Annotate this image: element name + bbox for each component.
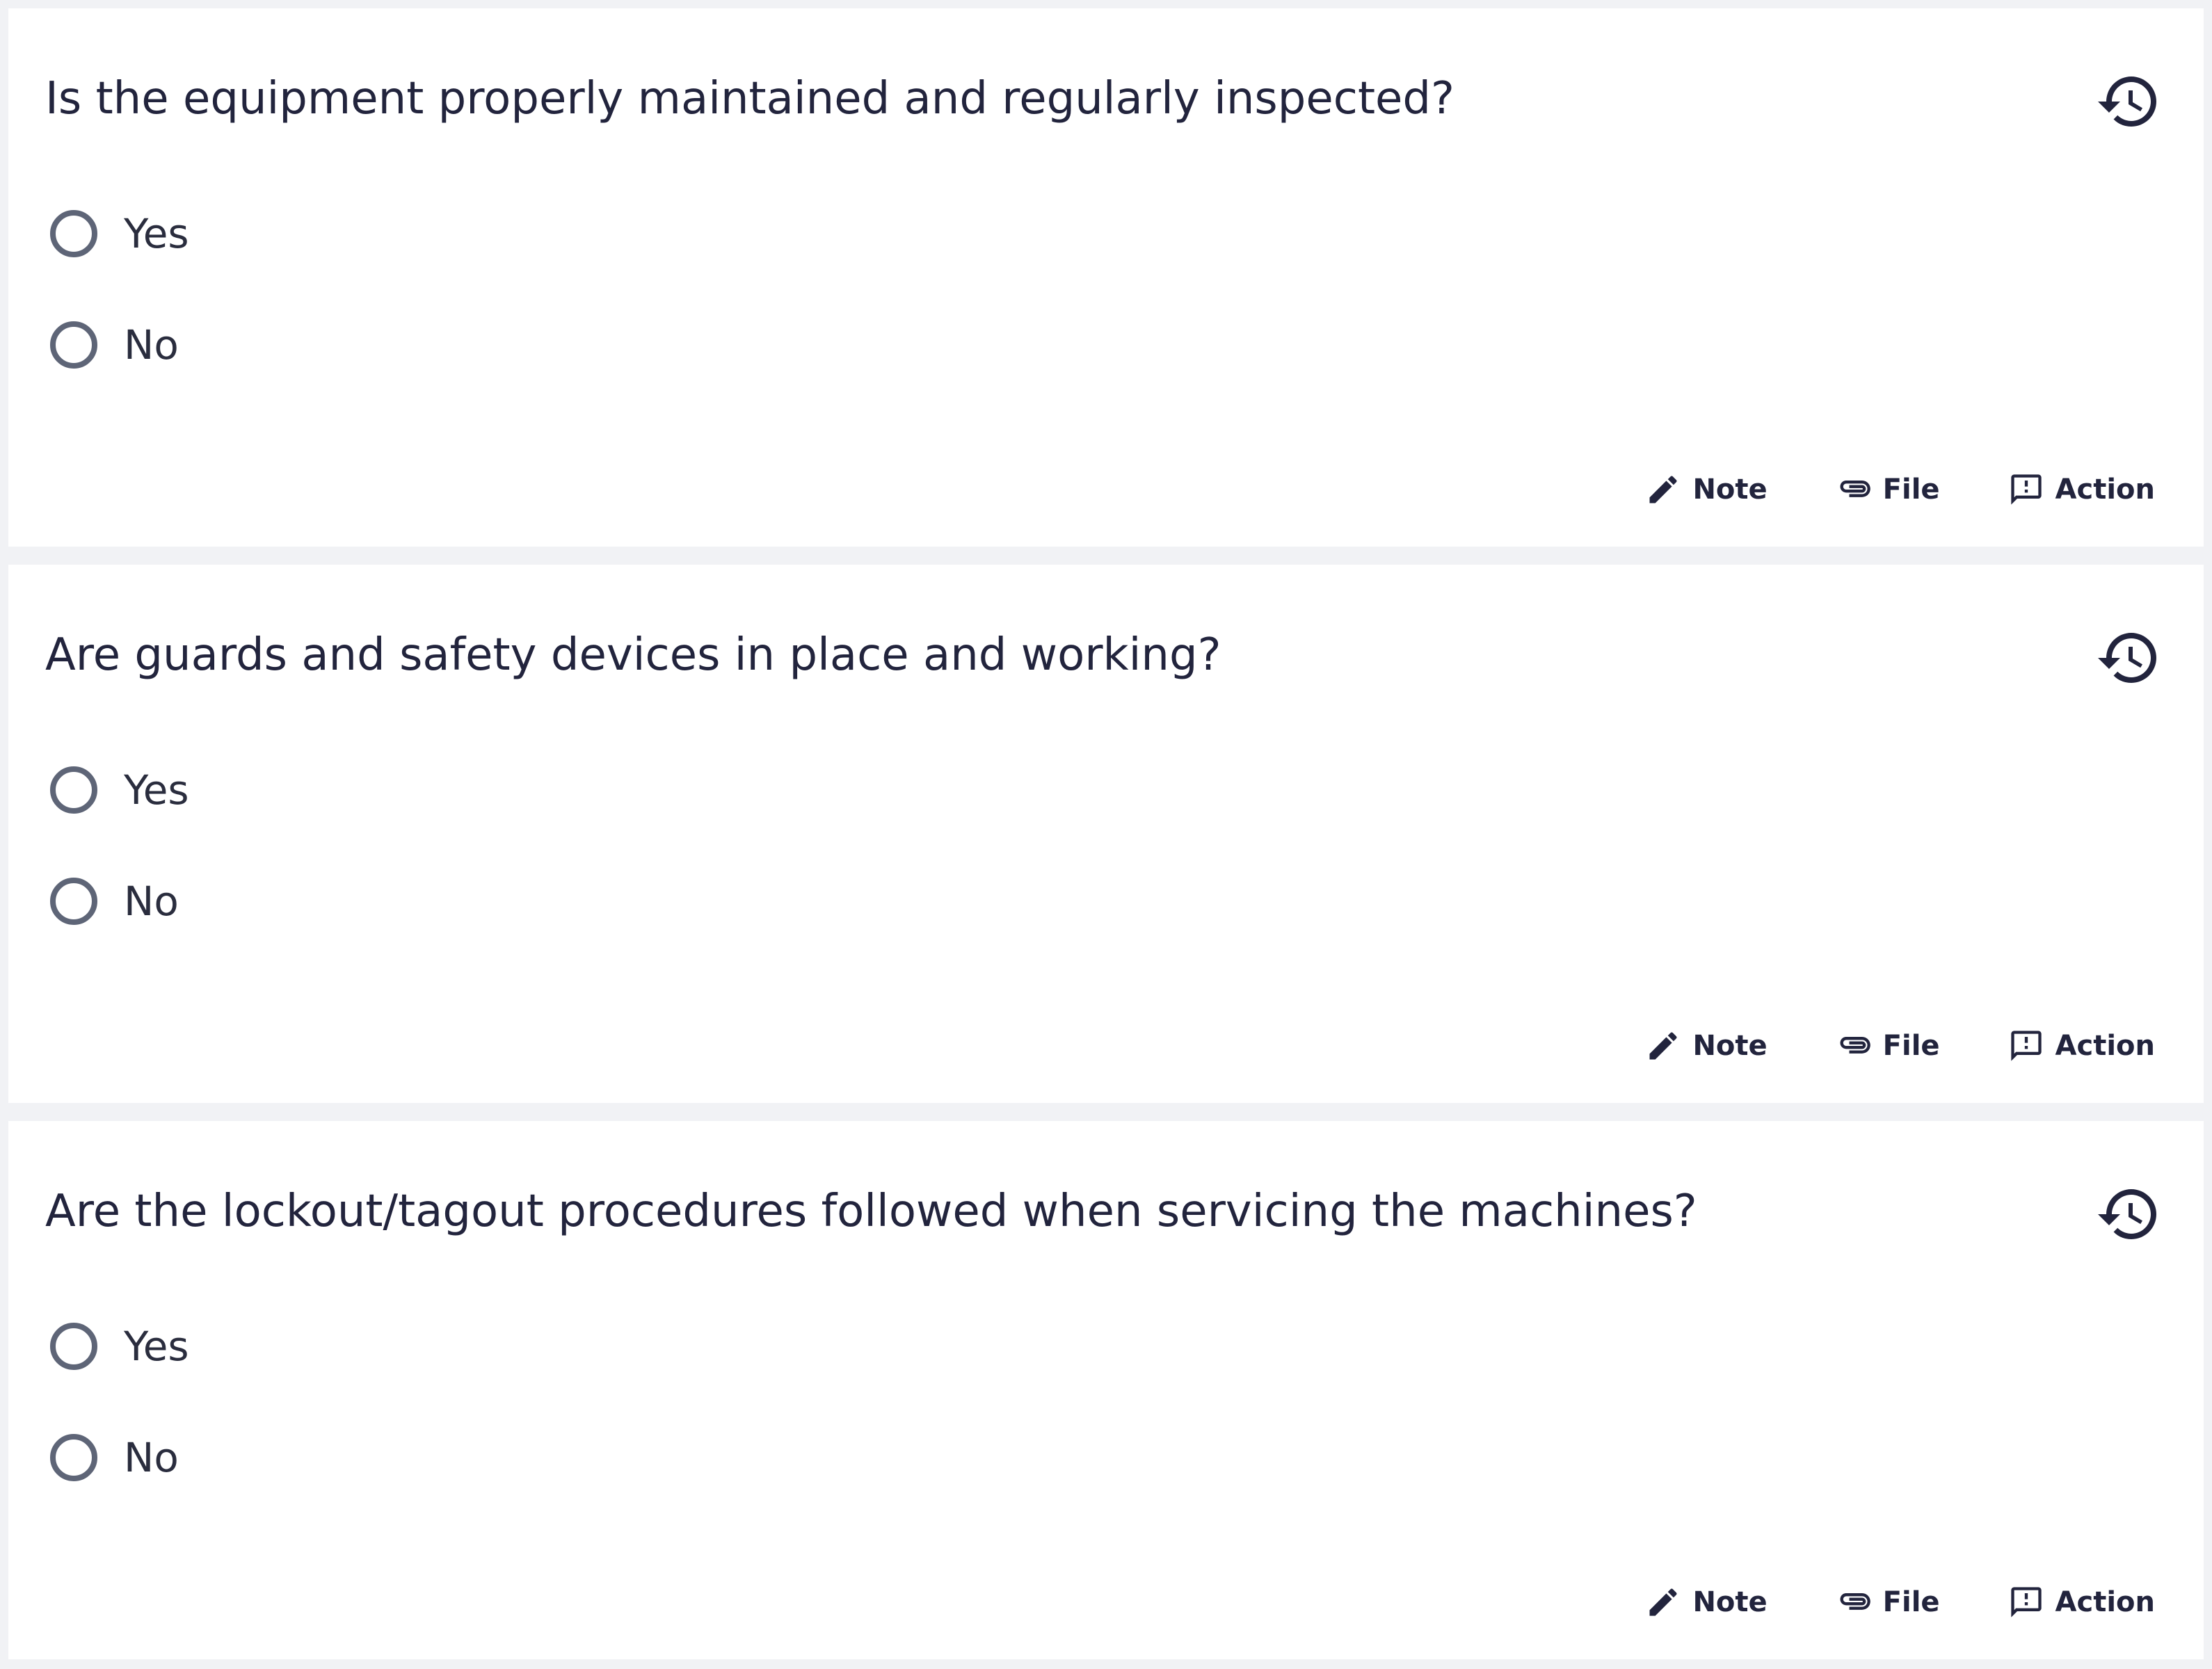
action-button[interactable]: Action [2008,471,2155,508]
note-label: Note [1692,474,1768,506]
file-button[interactable]: File [1836,1584,1940,1620]
action-bar: Note File Action [1645,1018,2155,1074]
action-label: Action [2055,474,2155,506]
radio-button[interactable] [50,321,97,369]
radio-button[interactable] [50,1323,97,1370]
option-label: No [124,321,179,369]
file-label: File [1882,1030,1940,1062]
history-button[interactable] [2095,624,2162,691]
history-button[interactable] [2095,1181,2162,1248]
radio-button[interactable] [50,1434,97,1481]
paperclip-icon [1836,1028,1872,1064]
option-label: No [124,878,179,925]
question-card: Are the lockout/tagout procedures follow… [8,1121,2204,1659]
question-card: Is the equipment properly maintained and… [8,8,2204,547]
pencil-icon [1645,1028,1681,1064]
option-label: Yes [124,766,189,814]
note-button[interactable]: Note [1645,1584,1768,1620]
file-label: File [1882,1586,1940,1618]
action-button[interactable]: Action [2008,1028,2155,1064]
report-icon [2008,1028,2044,1064]
paperclip-icon [1836,471,1872,508]
option-label: Yes [124,210,189,257]
radio-button[interactable] [50,766,97,814]
report-icon [2008,1584,2044,1620]
action-bar: Note File Action [1645,462,2155,517]
history-icon [2098,1189,2156,1239]
history-icon [2098,633,2156,683]
radio-button[interactable] [50,210,97,257]
question-card: Are guards and safety devices in place a… [8,565,2204,1103]
pencil-icon [1645,1584,1681,1620]
file-label: File [1882,474,1940,506]
action-bar: Note File Action [1645,1574,2155,1630]
question-text: Is the equipment properly maintained and… [45,73,1454,124]
file-button[interactable]: File [1836,1028,1940,1064]
note-button[interactable]: Note [1645,471,1768,508]
option-yes[interactable]: Yes [50,202,189,265]
action-label: Action [2055,1586,2155,1618]
option-yes[interactable]: Yes [50,759,189,821]
file-button[interactable]: File [1836,471,1940,508]
option-no[interactable]: No [50,1426,179,1489]
option-no[interactable]: No [50,314,179,376]
history-icon [2098,76,2156,127]
action-label: Action [2055,1030,2155,1062]
report-icon [2008,471,2044,508]
option-yes[interactable]: Yes [50,1315,189,1378]
radio-button[interactable] [50,878,97,925]
action-button[interactable]: Action [2008,1584,2155,1620]
note-label: Note [1692,1586,1768,1618]
option-label: Yes [124,1323,189,1370]
note-button[interactable]: Note [1645,1028,1768,1064]
pencil-icon [1645,471,1681,508]
question-text: Are the lockout/tagout procedures follow… [45,1186,1697,1237]
history-button[interactable] [2095,68,2162,135]
question-text: Are guards and safety devices in place a… [45,629,1221,681]
option-label: No [124,1434,179,1481]
note-label: Note [1692,1030,1768,1062]
option-no[interactable]: No [50,870,179,933]
paperclip-icon [1836,1584,1872,1620]
